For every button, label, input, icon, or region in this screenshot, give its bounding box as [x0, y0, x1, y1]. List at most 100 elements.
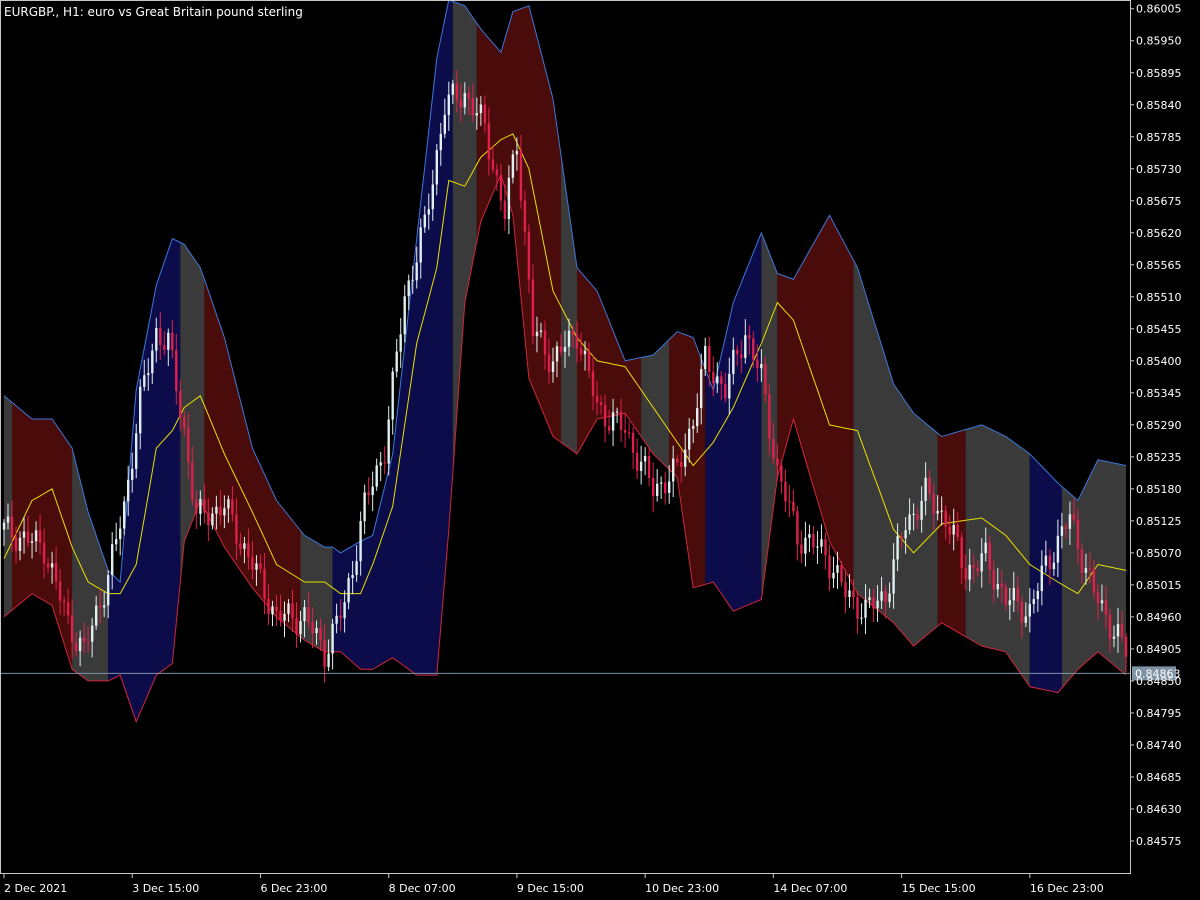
candle-body[interactable] — [70, 615, 74, 643]
candle-body[interactable] — [311, 622, 314, 634]
candle-body[interactable] — [155, 328, 158, 351]
candle-body[interactable] — [22, 531, 26, 538]
candle-body[interactable] — [10, 516, 14, 538]
candle-body[interactable] — [724, 384, 727, 399]
candle-body[interactable] — [591, 371, 595, 397]
candle-body[interactable] — [91, 625, 94, 642]
candle-body[interactable] — [1108, 615, 1112, 639]
candle-body[interactable] — [1092, 568, 1096, 593]
candle-body[interactable] — [555, 346, 559, 362]
candle-body[interactable] — [495, 169, 499, 176]
candle-body[interactable] — [1036, 591, 1039, 600]
candle-body[interactable] — [808, 534, 811, 538]
candle-body[interactable] — [792, 501, 795, 512]
candle-body[interactable] — [880, 591, 883, 601]
candle-body[interactable] — [359, 521, 362, 562]
candle-body[interactable] — [1028, 604, 1031, 617]
candle-body[interactable] — [824, 539, 827, 556]
candle-body[interactable] — [491, 159, 495, 170]
candle-body[interactable] — [34, 530, 38, 542]
candle-body[interactable] — [54, 563, 58, 582]
candle-body[interactable] — [764, 364, 767, 395]
candle-body[interactable] — [283, 613, 286, 621]
candle-body[interactable] — [1104, 600, 1108, 615]
candle-body[interactable] — [948, 526, 951, 535]
candle-body[interactable] — [832, 572, 835, 579]
candle-body[interactable] — [87, 641, 90, 643]
candle-body[interactable] — [944, 510, 947, 527]
candle-body[interactable] — [1112, 636, 1116, 639]
candle-body[interactable] — [503, 200, 507, 219]
candle-body[interactable] — [700, 369, 703, 409]
candle-body[interactable] — [463, 93, 466, 108]
candle-body[interactable] — [223, 508, 226, 516]
candle-body[interactable] — [443, 114, 446, 134]
candle-body[interactable] — [291, 603, 294, 619]
candle-body[interactable] — [62, 600, 66, 603]
candle-body[interactable] — [639, 461, 643, 471]
candle-body[interactable] — [131, 468, 134, 480]
candle-body[interactable] — [375, 465, 378, 487]
candle-body[interactable] — [287, 603, 290, 614]
candle-body[interactable] — [888, 593, 891, 603]
candle-body[interactable] — [728, 373, 731, 399]
candle-body[interactable] — [399, 334, 402, 352]
candle-body[interactable] — [828, 555, 831, 579]
candle-body[interactable] — [892, 559, 895, 594]
candle-body[interactable] — [984, 542, 987, 554]
candle-body[interactable] — [195, 499, 198, 514]
candle-body[interactable] — [107, 575, 110, 606]
candle-body[interactable] — [844, 582, 847, 597]
candle-body[interactable] — [483, 104, 487, 124]
candle-body[interactable] — [804, 537, 807, 554]
candle-body[interactable] — [535, 331, 539, 337]
candle-body[interactable] — [74, 642, 78, 652]
candle-body[interactable] — [467, 93, 470, 99]
candle-body[interactable] — [423, 214, 426, 228]
candle-body[interactable] — [111, 544, 114, 576]
candle-body[interactable] — [151, 350, 154, 374]
candle-body[interactable] — [1076, 519, 1080, 550]
candle-body[interactable] — [956, 525, 959, 538]
candle-body[interactable] — [848, 590, 851, 597]
candle-body[interactable] — [988, 542, 991, 570]
candle-body[interactable] — [952, 525, 955, 535]
candle-body[interactable] — [42, 542, 46, 564]
candle-body[interactable] — [135, 433, 138, 469]
candle-body[interactable] — [668, 481, 671, 493]
candle-body[interactable] — [451, 83, 454, 95]
candle-body[interactable] — [235, 514, 238, 544]
candle-body[interactable] — [860, 617, 863, 619]
candle-body[interactable] — [335, 615, 338, 624]
candle-body[interactable] — [371, 486, 374, 496]
candle-body[interactable] — [403, 296, 406, 335]
candle-body[interactable] — [732, 349, 735, 374]
candle-body[interactable] — [780, 465, 783, 482]
candle-body[interactable] — [419, 227, 422, 263]
candle-body[interactable] — [631, 432, 635, 453]
candle-body[interactable] — [603, 404, 607, 427]
candle-body[interactable] — [363, 492, 366, 522]
candle-body[interactable] — [38, 530, 42, 543]
candle-body[interactable] — [936, 510, 939, 514]
candle-body[interactable] — [95, 605, 98, 626]
candle-body[interactable] — [688, 428, 691, 450]
candle-body[interactable] — [539, 330, 543, 332]
candle-body[interactable] — [864, 599, 867, 618]
candle-body[interactable] — [980, 553, 983, 572]
candle-body[interactable] — [1004, 587, 1007, 605]
candle-body[interactable] — [976, 567, 979, 572]
candle-body[interactable] — [904, 530, 907, 539]
candle-body[interactable] — [475, 113, 478, 116]
candle-body[interactable] — [30, 541, 34, 543]
candle-body[interactable] — [708, 345, 711, 372]
candle-body[interactable] — [499, 175, 503, 201]
candle-body[interactable] — [704, 345, 707, 370]
candle-body[interactable] — [1044, 555, 1048, 566]
candle-body[interactable] — [127, 479, 130, 502]
candle-body[interactable] — [163, 345, 166, 350]
candle-body[interactable] — [932, 493, 935, 514]
candle-body[interactable] — [1068, 514, 1072, 529]
candle-body[interactable] — [315, 628, 318, 633]
candle-body[interactable] — [147, 373, 150, 376]
